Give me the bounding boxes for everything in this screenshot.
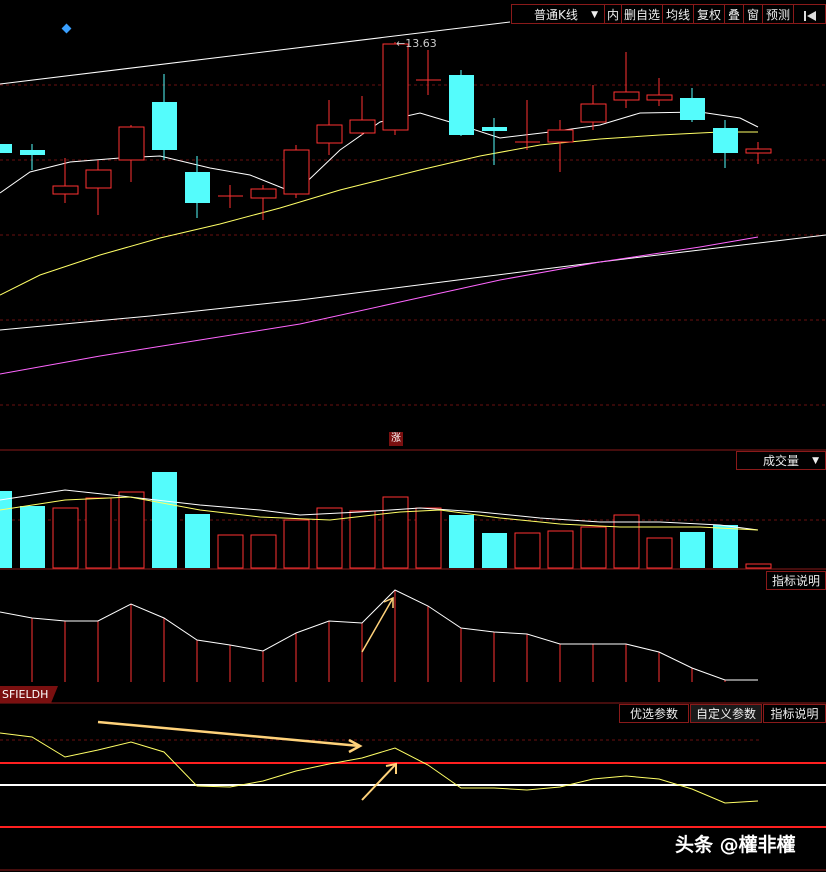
indicator-line (0, 589, 758, 681)
watermark: 头条 @權非權 (675, 834, 796, 856)
annotation-arrow-up-2 (361, 763, 397, 801)
chevron-down-icon: ▼ (591, 10, 598, 20)
kline-type-label: 普通K线 (534, 8, 578, 22)
candlesticks (0, 42, 772, 220)
ma-yellow-line (0, 131, 758, 296)
indicator-explain-button[interactable]: 指标说明 (766, 571, 826, 590)
annotation-arrow-up-1 (361, 597, 394, 653)
tab-indicator-explain[interactable]: 指标说明 (763, 704, 826, 723)
high-price-label: ←13.63 (396, 37, 437, 50)
zhang-marker[interactable]: 涨 (389, 432, 403, 446)
sfield-indicator-name[interactable]: SFIELDH (0, 686, 58, 703)
volume-indicator-select[interactable]: 成交量 ▼ (736, 451, 826, 470)
volume-ma-yellow-line (0, 496, 759, 531)
marker-diamond-icon (61, 23, 72, 34)
volume-select-label: 成交量 (763, 454, 800, 468)
indicator-bars (31, 590, 726, 682)
toolbar-button-window[interactable]: 窗 (743, 4, 763, 24)
kline-type-select[interactable]: 普通K线 ▼ (511, 4, 605, 24)
toolbar-button-moving-average[interactable]: 均线 (662, 4, 694, 24)
tab-preferred-params[interactable]: 优选参数 (619, 704, 689, 723)
ma-short-white-line (0, 111, 759, 194)
toolbar-button-overlay[interactable]: 叠 (724, 4, 744, 24)
chart-canvas (0, 21, 826, 871)
toolbar-button-remove-favorite[interactable]: 删自选 (621, 4, 663, 24)
first-page-button[interactable] (793, 4, 826, 24)
toolbar-button-forecast[interactable]: 预测 (762, 4, 794, 24)
tab-custom-params[interactable]: 自定义参数 (690, 704, 762, 723)
sfield-yellow-line (0, 732, 759, 804)
ma-magenta-line (0, 236, 759, 375)
volume-ma-white-line (0, 489, 759, 531)
main-gridlines (0, 84, 826, 741)
chevron-down-icon: ▼ (812, 456, 819, 466)
trendline-upper (0, 21, 511, 85)
toolbar-button-adjust[interactable]: 复权 (693, 4, 725, 24)
ma-long-white-line (0, 234, 826, 331)
first-page-icon (803, 10, 816, 21)
toolbar-button-inner[interactable]: 内 (604, 4, 622, 24)
annotation-arrow-down (97, 720, 361, 748)
